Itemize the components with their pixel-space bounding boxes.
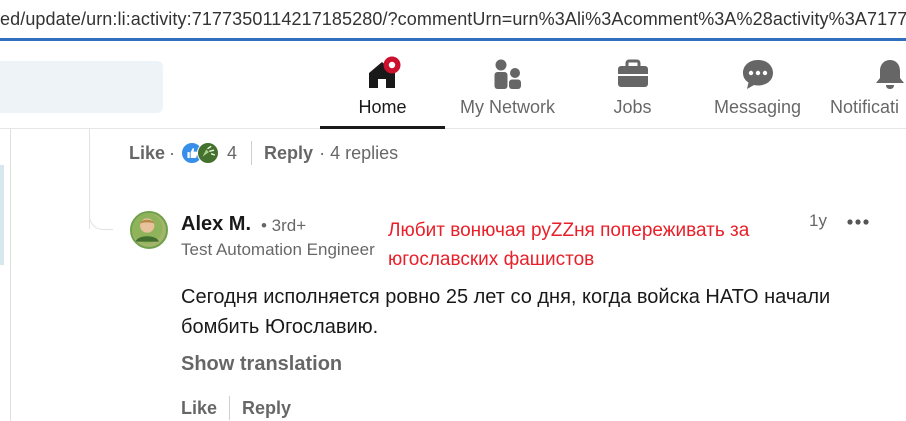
like-button[interactable]: Like (129, 143, 165, 164)
people-icon (494, 59, 521, 89)
nav-my-network-label: My Network (459, 97, 555, 117)
overlay-annotation: Любит вонючая руZZня попереживать за юго… (388, 220, 750, 270)
avatar[interactable] (130, 211, 168, 249)
global-nav: Home My Network Jobs Messaging Notificat… (0, 41, 906, 129)
chat-icon (742, 60, 773, 89)
celebrate-reaction-icon (197, 142, 220, 164)
browser-url-bar[interactable]: ed/update/urn:li:activity:71773501142171… (0, 0, 906, 41)
nav-messaging[interactable]: Messaging (705, 41, 810, 128)
reaction-icons[interactable] (181, 142, 220, 164)
like-button[interactable]: Like (181, 398, 217, 419)
nav-jobs-label: Jobs (613, 97, 652, 117)
bell-icon (876, 60, 904, 89)
separator-dot: · (169, 142, 176, 163)
nav-notifications-label: Notificati (830, 97, 900, 117)
actions-divider (229, 396, 231, 420)
actions-divider (251, 141, 253, 165)
briefcase-icon (617, 59, 648, 87)
search-input[interactable] (0, 61, 163, 113)
thread-connector (89, 200, 113, 230)
comment-text: Сегодня исполняется ровно 25 лет со дня,… (181, 286, 831, 338)
reply-button[interactable]: Reply (242, 398, 291, 419)
reaction-count[interactable]: 4 (227, 143, 237, 164)
reply-button[interactable]: Reply (264, 143, 313, 164)
comment-actions: Like Reply (181, 396, 291, 420)
nav-my-network[interactable]: My Network (450, 41, 565, 128)
avatar-image (132, 213, 163, 244)
replies-count[interactable]: · 4 replies (319, 143, 398, 164)
author-headline: Test Automation Engineer (181, 240, 375, 259)
nav-home-label: Home (358, 97, 407, 117)
nav-jobs[interactable]: Jobs (585, 41, 680, 128)
connection-degree: • 3rd+ (261, 216, 307, 235)
url-text[interactable]: ed/update/urn:li:activity:71773501142171… (0, 9, 906, 30)
home-icon (368, 56, 400, 88)
left-column-card (0, 165, 4, 265)
previous-comment-actions: Like · 4 Reply · 4 replies (129, 141, 398, 165)
ellipsis-icon (847, 219, 869, 225)
active-indicator (320, 126, 445, 129)
nav-home[interactable]: Home (320, 41, 445, 129)
nav-notifications[interactable]: Notificati (822, 41, 906, 128)
show-translation-button[interactable]: Show translation (181, 353, 342, 376)
more-options-button[interactable] (844, 208, 872, 236)
author-name[interactable]: Alex M. (181, 213, 251, 236)
nav-messaging-label: Messaging (713, 97, 802, 117)
comment-timestamp: 1y (809, 211, 827, 230)
